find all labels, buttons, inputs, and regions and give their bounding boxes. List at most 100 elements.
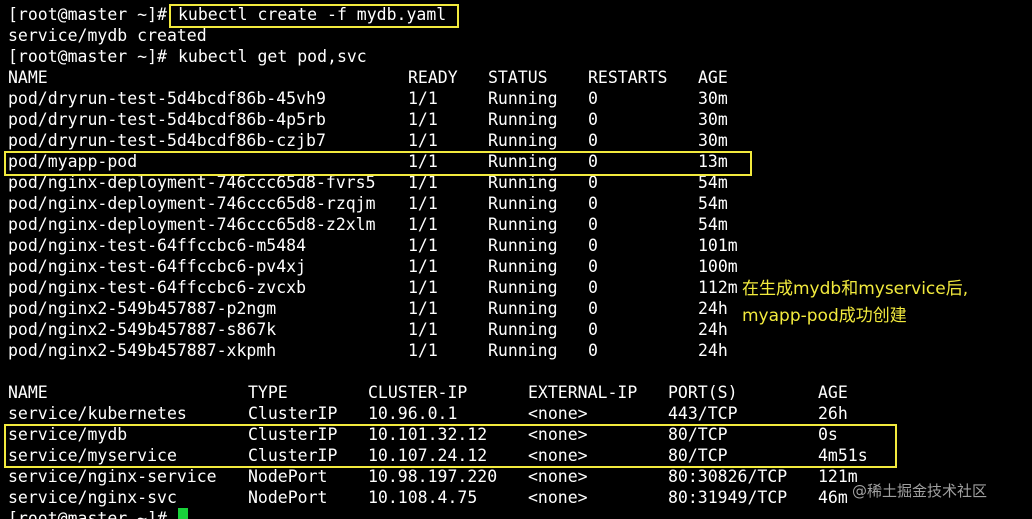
pod-row: pod/nginx-deployment-746ccc65d8-fvrs5 1/… [8,172,728,193]
pod-row: pod/nginx-deployment-746ccc65d8-z2xlm 1/… [8,214,728,235]
command-create: kubectl create -f mydb.yaml [178,5,447,24]
svc-type: ClusterIP [248,425,338,444]
pod-col-restarts: RESTARTS [588,68,668,87]
pod-age: 24h [698,299,728,318]
pod-restarts: 0 [588,89,598,108]
pod-age: 30m [698,89,728,108]
pod-name: pod/dryrun-test-5d4bcdf86b-czjb7 [8,131,326,150]
pod-status: Running [488,131,558,150]
pod-age: 54m [698,194,728,213]
svc-cluster-ip: 10.107.24.12 [368,446,488,465]
svc-row: service/nginx-service NodePort 10.98.197… [8,466,858,487]
svc-name: service/nginx-service [8,467,217,486]
svc-age: 26h [818,404,848,423]
svc-cluster-ip: 10.108.4.75 [368,488,478,507]
pod-ready: 1/1 [408,320,438,339]
svc-row-myservice: service/myservice ClusterIP 10.107.24.12… [8,445,868,466]
pod-ready: 1/1 [408,299,438,318]
svc-external-ip: <none> [528,488,588,507]
pod-restarts: 0 [588,257,598,276]
svc-type: ClusterIP [248,404,338,423]
terminal-cursor[interactable] [178,508,188,519]
svc-name: service/mydb [8,425,128,444]
svc-ports: 80/TCP [668,425,728,444]
svc-col-cluster-ip: CLUSTER-IP [368,383,468,402]
pod-age: 13m [698,152,728,171]
pod-ready: 1/1 [408,152,438,171]
pod-name: pod/nginx-deployment-746ccc65d8-rzqjm [8,194,376,213]
pod-restarts: 0 [588,236,598,255]
pod-status: Running [488,257,558,276]
pod-restarts: 0 [588,110,598,129]
command-output-1: service/mydb created [8,25,207,46]
pod-ready: 1/1 [408,278,438,297]
svc-cluster-ip: 10.101.32.12 [368,425,488,444]
pod-name: pod/dryrun-test-5d4bcdf86b-4p5rb [8,110,326,129]
pod-row: pod/dryrun-test-5d4bcdf86b-45vh9 1/1 Run… [8,88,728,109]
pod-restarts: 0 [588,131,598,150]
pod-status: Running [488,278,558,297]
svc-row-mydb: service/mydb ClusterIP 10.101.32.12 <non… [8,424,838,445]
pod-age: 54m [698,173,728,192]
svc-type: NodePort [248,467,328,486]
svc-col-name: NAME [8,383,48,402]
pod-age: 30m [698,110,728,129]
pod-status: Running [488,173,558,192]
pod-status: Running [488,341,558,360]
pod-age: 101m [698,236,738,255]
svc-col-age: AGE [818,383,848,402]
svc-row: service/kubernetes ClusterIP 10.96.0.1 <… [8,403,848,424]
pod-col-ready: READY [408,68,458,87]
pod-ready: 1/1 [408,89,438,108]
pod-status: Running [488,89,558,108]
pod-ready: 1/1 [408,194,438,213]
svc-name: service/myservice [8,446,177,465]
pod-col-age: AGE [698,68,728,87]
pod-name: pod/nginx-test-64ffccbc6-m5484 [8,236,307,255]
pod-name: pod/nginx2-549b457887-p2ngm [8,299,277,318]
pod-age: 54m [698,215,728,234]
pod-col-name: NAME [8,68,48,87]
pod-name: pod/dryrun-test-5d4bcdf86b-45vh9 [8,89,326,108]
svc-age: 46m [818,488,848,507]
pod-ready: 1/1 [408,341,438,360]
pod-restarts: 0 [588,299,598,318]
pod-ready: 1/1 [408,257,438,276]
pod-name: pod/nginx-deployment-746ccc65d8-fvrs5 [8,173,376,192]
svc-name: service/nginx-svc [8,488,177,507]
svc-col-external-ip: EXTERNAL-IP [528,383,638,402]
svc-age: 4m51s [818,446,868,465]
annotation-line-1: 在生成mydb和myservice后, [742,279,969,299]
pod-name: pod/nginx-test-64ffccbc6-pv4xj [8,257,307,276]
terminal-window[interactable]: [root@master ~]# kubectl create -f mydb.… [0,0,1032,519]
prompt: [root@master ~]# [8,47,177,66]
pod-row-myapp: pod/myapp-pod 1/1 Running 0 13m [8,151,728,172]
pod-status: Running [488,320,558,339]
final-prompt-line: [root@master ~]# [8,508,167,519]
pod-status: Running [488,215,558,234]
pod-restarts: 0 [588,278,598,297]
pod-status: Running [488,152,558,171]
pod-age: 30m [698,131,728,150]
pod-ready: 1/1 [408,131,438,150]
svc-ports: 80:31949/TCP [668,488,788,507]
pod-age: 112m [698,278,738,297]
pod-name: pod/nginx-deployment-746ccc65d8-z2xlm [8,215,376,234]
pod-restarts: 0 [588,341,598,360]
pod-restarts: 0 [588,215,598,234]
pod-name: pod/myapp-pod [8,152,138,171]
pod-row: pod/nginx-deployment-746ccc65d8-rzqjm 1/… [8,193,728,214]
pod-table-header: NAME READY STATUS RESTARTS AGE [8,67,728,88]
svc-external-ip: <none> [528,404,588,423]
prompt: [root@master ~]# [8,5,177,24]
svc-col-type: TYPE [248,383,288,402]
pod-restarts: 0 [588,194,598,213]
output-text: service/mydb created [8,26,207,45]
svc-type: NodePort [248,488,328,507]
pod-age: 100m [698,257,738,276]
prompt: [root@master ~]# [8,509,177,519]
pod-age: 24h [698,341,728,360]
command-line-2: [root@master ~]# kubectl get pod,svc [8,46,367,67]
pod-col-status: STATUS [488,68,548,87]
pod-row: pod/dryrun-test-5d4bcdf86b-4p5rb 1/1 Run… [8,109,728,130]
